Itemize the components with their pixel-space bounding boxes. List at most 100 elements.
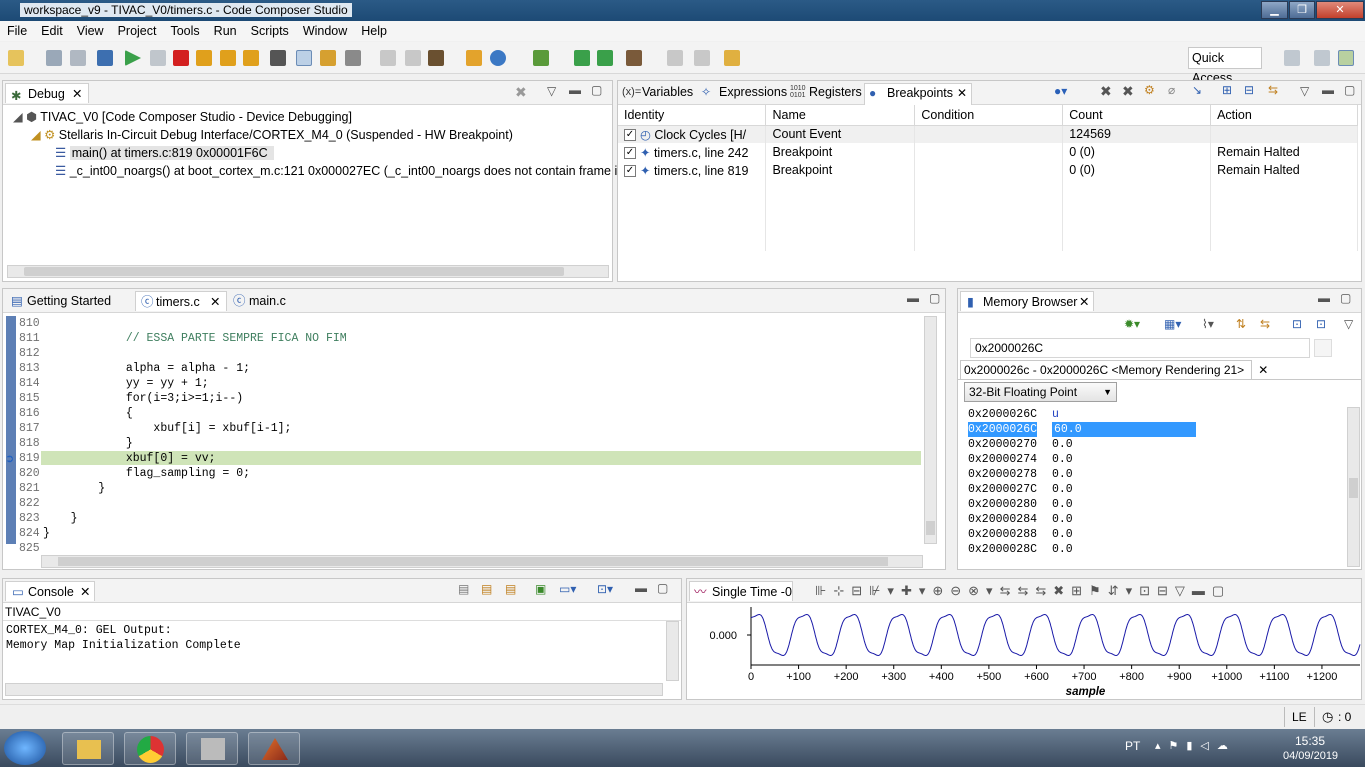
memory-value[interactable]: 0.0	[1052, 497, 1073, 512]
graph-toolbar-icons[interactable]: ⊪⊹⊟⊮▾✚▾⊕⊖⊗▾⇆⇆⇆✖⊞⚑⇵▾⊡⊟▽▬▢	[815, 583, 1231, 599]
maximize-view-icon[interactable]: ▢	[657, 581, 668, 595]
close-icon[interactable]: ✕	[80, 582, 90, 602]
tab-timers-c[interactable]: ⓒ timers.c ✕	[135, 291, 227, 311]
code-line[interactable]: 824}	[3, 526, 921, 541]
debug-icon[interactable]	[490, 50, 506, 66]
save-memory-icon[interactable]: ▦▾	[1164, 317, 1181, 331]
tab-debug[interactable]: ✱ Debug ✕	[5, 83, 89, 103]
chrome-icon[interactable]	[124, 732, 176, 765]
grid-icon[interactable]	[270, 50, 286, 66]
memory-row[interactable]: 0x20000280 0.0	[968, 497, 1338, 512]
checkbox[interactable]: ✓	[624, 129, 636, 142]
code-line[interactable]: 811 // ESSA PARTE SEMPRE FICA NO FIM	[3, 331, 921, 346]
connect-icon[interactable]	[320, 50, 336, 66]
scroll-thumb[interactable]	[24, 267, 564, 276]
ccs-icon[interactable]	[186, 732, 238, 765]
code-line[interactable]: 823 }	[3, 511, 921, 526]
save-icon[interactable]	[46, 50, 62, 66]
menu-run[interactable]: Run	[207, 21, 244, 38]
pin-icon[interactable]	[694, 50, 710, 66]
expand-all-icon[interactable]: ⊞	[1222, 83, 1232, 97]
step-return-icon[interactable]	[243, 50, 259, 66]
matlab-icon[interactable]	[248, 732, 300, 765]
menu-help[interactable]: Help	[354, 21, 394, 38]
remove-all-breakpoints-icon[interactable]: ✖	[1122, 83, 1134, 100]
col-count[interactable]: Count	[1062, 105, 1212, 126]
close-icon[interactable]: ✕	[210, 292, 220, 312]
link-icon[interactable]: ⚙	[1144, 83, 1155, 97]
clear-console-icon[interactable]: ▤	[458, 582, 469, 596]
memory-rendering[interactable]: 0x2000026C u 0x2000026C 60.0 0x20000270 0.0 0x…	[968, 407, 1348, 559]
minimize-button[interactable]: ▁	[1261, 1, 1288, 19]
code-line[interactable]: 815 for(i=3;i>=1;i--)	[3, 391, 921, 406]
maximize-view-icon[interactable]: ▢	[591, 83, 602, 97]
table-row[interactable]: ✓ ✦ timers.c, line 819 Breakpoint 0 (0) R…	[618, 161, 1358, 179]
code-line[interactable]: 819 xbuf[0] = vv;	[3, 451, 921, 466]
maximize-button[interactable]: ❐	[1289, 1, 1315, 19]
col-identity[interactable]: Identity	[618, 105, 767, 126]
hammer-icon[interactable]	[626, 50, 642, 66]
tab-expressions[interactable]: Expressions	[719, 85, 787, 99]
code-area[interactable]: 810 811 // ESSA PARTE SEMPRE FICA NO FIM 8…	[3, 316, 923, 555]
view-menu-icon[interactable]: ▽	[1344, 317, 1353, 331]
menu-project[interactable]: Project	[111, 21, 164, 38]
goto-icon[interactable]: ↘	[1192, 83, 1202, 97]
col-action[interactable]: Action	[1210, 105, 1358, 126]
close-button[interactable]: ✕	[1316, 1, 1364, 19]
tab-main-c[interactable]: ⓒ main.c	[229, 291, 286, 311]
memory-row[interactable]: 0x20000278 0.0	[968, 467, 1338, 482]
perspective-ccs-icon[interactable]	[1314, 50, 1330, 66]
memory-value[interactable]: 0.0	[1052, 482, 1073, 497]
close-icon[interactable]: ✕	[72, 84, 82, 104]
table-row[interactable]: ✓ ◴ Clock Cycles [H/ Count Event 124569	[618, 125, 1358, 143]
memory-value[interactable]: u	[1052, 407, 1059, 422]
menu-scripts[interactable]: Scripts	[244, 21, 296, 38]
col-name[interactable]: Name	[765, 105, 916, 126]
maximize-view-icon[interactable]: ▢	[929, 291, 940, 305]
save-all-icon[interactable]	[70, 50, 86, 66]
console-vscroll[interactable]	[666, 621, 679, 681]
tab-getting-started[interactable]: ▤ Getting Started	[5, 291, 111, 311]
clock-time[interactable]: 15:35	[1295, 734, 1325, 748]
code-line[interactable]: 825	[3, 541, 921, 556]
memory-value[interactable]: 60.0	[1052, 422, 1196, 437]
refresh-icon[interactable]: ✹▾	[1124, 317, 1140, 331]
col-condition[interactable]: Condition	[914, 105, 1064, 126]
graph-plot[interactable]: 0.000 0 +100 +200 +300 +400 +500 +600 +700 +800 +9…	[687, 603, 1361, 699]
scroll-thumb[interactable]	[58, 557, 888, 566]
remove-breakpoint-icon[interactable]: ✖	[1100, 83, 1112, 100]
memory-vscroll[interactable]	[1347, 407, 1360, 567]
checkbox[interactable]: ✓	[624, 147, 636, 160]
tree-item-project[interactable]: ◢ ⬢ TIVAC_V0 [Code Composer Studio - Dev…	[13, 109, 649, 127]
tree-item-core[interactable]: ◢ ⚙ Stellaris In-Circuit Debug Interface…	[13, 127, 649, 145]
code-line[interactable]: 814 yy = yy + 1;	[3, 376, 921, 391]
memory-row[interactable]: 0x20000270 0.0	[968, 437, 1338, 452]
display-console-icon[interactable]: ▭▾	[559, 582, 576, 596]
memory-row[interactable]: 0x2000026C 60.0	[968, 422, 1338, 437]
wand-icon[interactable]	[724, 50, 740, 66]
minimize-view-icon[interactable]: ▬	[569, 83, 581, 97]
file-explorer-icon[interactable]	[62, 732, 114, 765]
search-icon[interactable]	[667, 50, 683, 66]
menu-window[interactable]: Window	[296, 21, 354, 38]
reset-icon[interactable]	[345, 50, 361, 66]
load-memory-icon[interactable]: ⌇▾	[1202, 317, 1214, 331]
code-line[interactable]: 818 }	[3, 436, 921, 451]
tab-breakpoints[interactable]: ● Breakpoints ✕	[864, 83, 972, 105]
build-icon[interactable]	[533, 50, 549, 66]
scroll-thumb[interactable]	[1349, 478, 1358, 498]
start-button[interactable]	[4, 731, 46, 765]
menu-edit[interactable]: Edit	[34, 21, 70, 38]
view-menu-icon[interactable]: ▽	[1300, 84, 1309, 98]
close-icon[interactable]: ✕	[1258, 363, 1268, 377]
quick-access-input[interactable]: Quick Access	[1188, 47, 1262, 85]
tray-icons[interactable]: ▴⚑▮◁☁	[1155, 739, 1236, 752]
step-over-icon[interactable]	[220, 50, 236, 66]
tree-item-frame-cint[interactable]: ☰ _c_int00_noargs() at boot_cortex_m.c:1…	[13, 163, 649, 181]
clock-date[interactable]: 04/09/2019	[1283, 750, 1338, 762]
code-line[interactable]: 821 }	[3, 481, 921, 496]
code-line[interactable]: 816 {	[3, 406, 921, 421]
new-breakpoint-icon[interactable]: ●▾	[1054, 84, 1067, 98]
minimize-view-icon[interactable]: ▬	[1318, 291, 1330, 305]
maximize-view-icon[interactable]: ▢	[1340, 291, 1351, 305]
